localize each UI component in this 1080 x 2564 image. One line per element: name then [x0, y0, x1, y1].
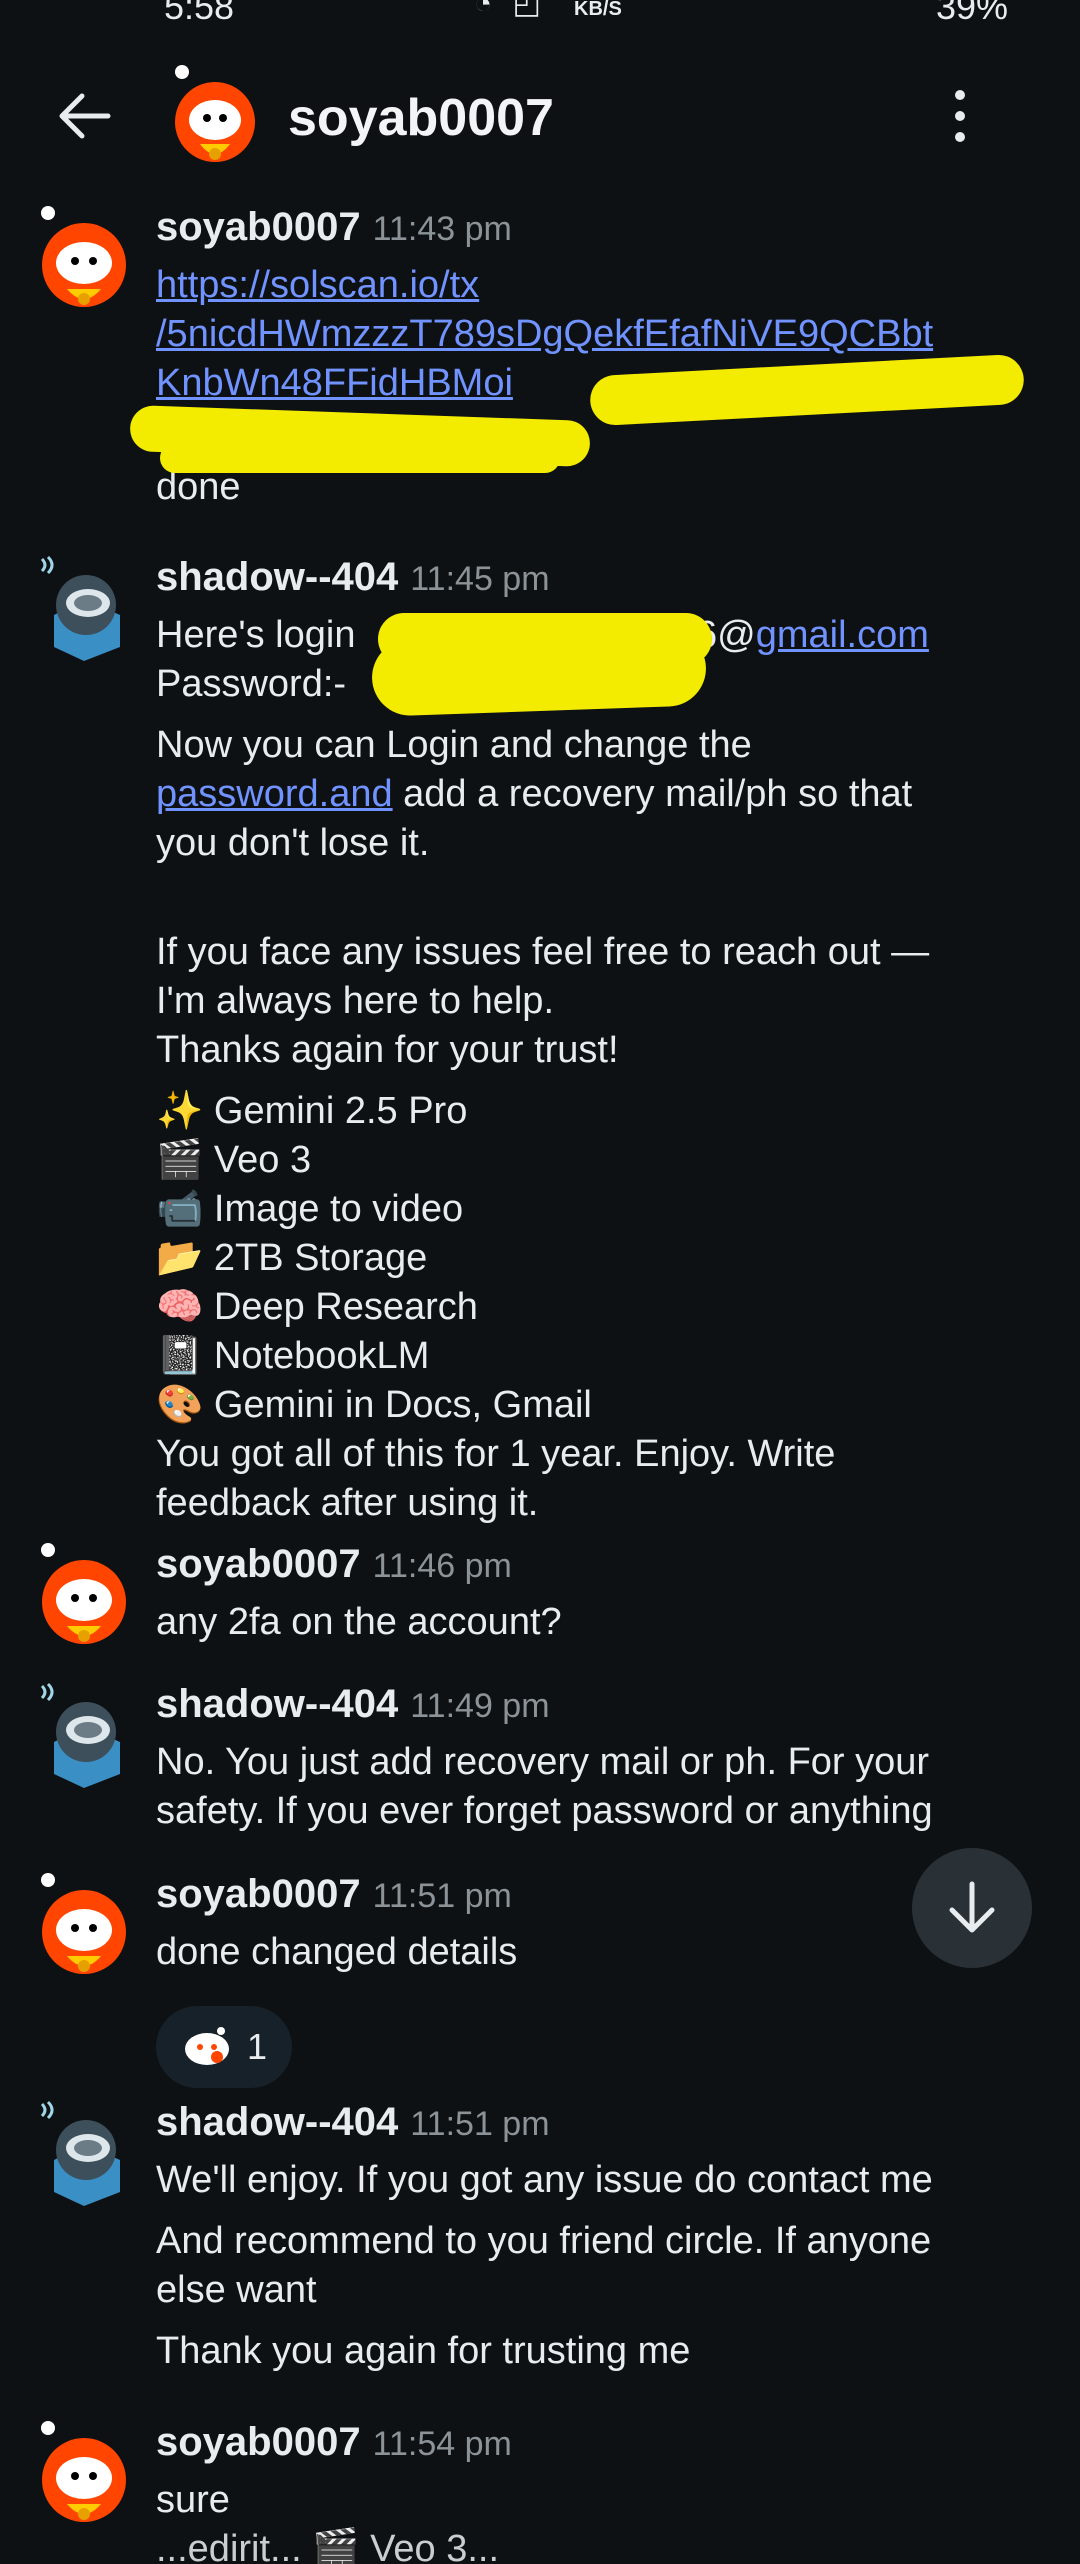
status-time: 5:58	[164, 0, 235, 27]
folder-icon: 📂	[156, 1237, 204, 1279]
snoo-avatar-icon	[41, 1543, 126, 1644]
message-meta: soyab0007 11:43 pm	[156, 205, 512, 261]
feature-item: 🎨 Gemini in Docs, Gmail	[156, 1384, 592, 1426]
message-meta: soyab0007 11:51 pm	[156, 1872, 512, 1928]
message-text: add a recovery mail/ph so that	[392, 773, 913, 815]
reaction-chip[interactable]: 1	[156, 2006, 292, 2088]
message-time: 11:54 pm	[372, 2425, 512, 2463]
message-time: 11:43 pm	[372, 210, 512, 248]
message-text: feedback after using it.	[156, 1482, 539, 1524]
message-text: any 2fa on the account?	[156, 1601, 562, 1643]
message-text: sure	[156, 2479, 230, 2521]
more-options-button[interactable]	[930, 84, 990, 148]
message-body: done changed details	[156, 1928, 1036, 1977]
snoo-avatar-icon	[41, 2421, 126, 2522]
feature-item: 📂 2TB Storage	[156, 1237, 428, 1279]
feature-item: ✨ Gemini 2.5 Pro	[156, 1090, 468, 1132]
message-meta: shadow--404 11:45 pm	[156, 555, 550, 611]
login-label: Here's login	[156, 614, 367, 656]
message-text: And recommend to you friend circle. If a…	[156, 2220, 932, 2262]
message-time: 11:51 pm	[410, 2105, 550, 2143]
message-text: If you face any issues feel free to reac…	[156, 931, 930, 973]
message-text: Thank you again for trusting me	[156, 2330, 691, 2372]
feature-item: 📓 NotebookLM	[156, 1335, 430, 1377]
feature-item: 🧠 Deep Research	[156, 1286, 478, 1328]
clapper-icon: 🎬	[156, 1139, 204, 1181]
chat-title[interactable]: soyab0007	[288, 88, 554, 148]
reaction-count: 1	[246, 2026, 268, 2067]
message-text: you don't lose it.	[156, 822, 430, 864]
message-text: No. You just add recovery mail or ph. Fo…	[156, 1741, 930, 1783]
more-vertical-icon	[955, 90, 965, 142]
snoo-reaction-icon	[184, 2027, 229, 2065]
palette-icon: 🎨	[156, 1384, 204, 1426]
message-meta: shadow--404 11:49 pm	[156, 1682, 550, 1738]
chat-header: soyab0007	[0, 40, 1080, 190]
message-text: Now you can Login and change the	[156, 724, 752, 766]
message-author[interactable]: soyab0007	[156, 1542, 361, 1586]
status-bar: 5:58 ◔ ◰ KB/S 39%	[0, 0, 1080, 28]
message-text-partial: ...edirit... 🎬 Veo 3...	[156, 2528, 500, 2564]
feature-list: ✨ Gemini 2.5 Pro 🎬 Veo 3 📹 Image to vide…	[156, 1087, 1036, 1430]
message-text: Thanks again for your trust!	[156, 1029, 619, 1071]
message-body: Here's login 6@gmail.com Password:- Now …	[156, 611, 1036, 1528]
message-body: sure ...edirit... 🎬 Veo 3...	[156, 2476, 1036, 2564]
message-author[interactable]: shadow--404	[156, 2100, 398, 2144]
gmail-link[interactable]: gmail.com	[756, 614, 929, 656]
snoo-avatar-icon	[41, 1873, 126, 1974]
message-text: else want	[156, 2269, 317, 2311]
message-body: any 2fa on the account?	[156, 1598, 1036, 1647]
snoo-avatar-icon	[175, 65, 255, 162]
message-author[interactable]: soyab0007	[156, 205, 361, 249]
robot-avatar-icon	[40, 1682, 120, 1788]
back-button[interactable]	[44, 84, 124, 148]
sparkles-icon: ✨	[156, 1090, 204, 1132]
arrow-down-icon	[949, 1881, 995, 1933]
message-text: done changed details	[156, 1931, 518, 1973]
message-time: 11:45 pm	[410, 560, 550, 598]
notebook-icon: 📓	[156, 1335, 204, 1377]
brain-icon: 🧠	[156, 1286, 204, 1328]
message-body: No. You just add recovery mail or ph. Fo…	[156, 1738, 1036, 1836]
message-text: I'm always here to help.	[156, 980, 554, 1022]
message-author[interactable]: soyab0007	[156, 2420, 361, 2464]
message-text: You got all of this for 1 year. Enjoy. W…	[156, 1433, 836, 1475]
message-time: 11:49 pm	[410, 1687, 550, 1725]
robot-avatar-icon	[40, 555, 120, 661]
feature-item: 📹 Image to video	[156, 1188, 464, 1230]
redaction-mark	[370, 629, 708, 717]
message-text: We'll enjoy. If you got any issue do con…	[156, 2159, 933, 2201]
password-link[interactable]: password.and	[156, 773, 393, 815]
redaction-mark	[160, 443, 560, 473]
robot-avatar-icon	[40, 2100, 120, 2206]
message-meta: soyab0007 11:46 pm	[156, 1542, 512, 1598]
back-arrow-icon	[59, 93, 111, 139]
message-text: safety. If you ever forget password or a…	[156, 1790, 933, 1832]
transaction-link[interactable]: https://solscan.io/tx	[156, 261, 1036, 310]
message-author[interactable]: shadow--404	[156, 555, 398, 599]
message-meta: soyab0007 11:54 pm	[156, 2420, 512, 2476]
message-body: We'll enjoy. If you got any issue do con…	[156, 2156, 1036, 2376]
scroll-to-bottom-button[interactable]	[912, 1848, 1032, 1968]
video-camera-icon: 📹	[156, 1188, 204, 1230]
message-meta: shadow--404 11:51 pm	[156, 2100, 550, 2156]
message-author[interactable]: soyab0007	[156, 1872, 361, 1916]
network-speed: KB/S	[574, 0, 622, 20]
message-time: 11:46 pm	[372, 1547, 512, 1585]
transaction-link[interactable]: /5nicdHWmzzzT789sDgQekfEfafNiVE9QCBbt	[156, 310, 1036, 359]
feature-item: 🎬 Veo 3	[156, 1139, 312, 1181]
status-icons: ◔ ◰	[474, 0, 547, 20]
battery-percent: 39%	[936, 0, 1009, 27]
snoo-avatar-icon	[41, 206, 126, 307]
message-author[interactable]: shadow--404	[156, 1682, 398, 1726]
message-time: 11:51 pm	[372, 1877, 512, 1915]
